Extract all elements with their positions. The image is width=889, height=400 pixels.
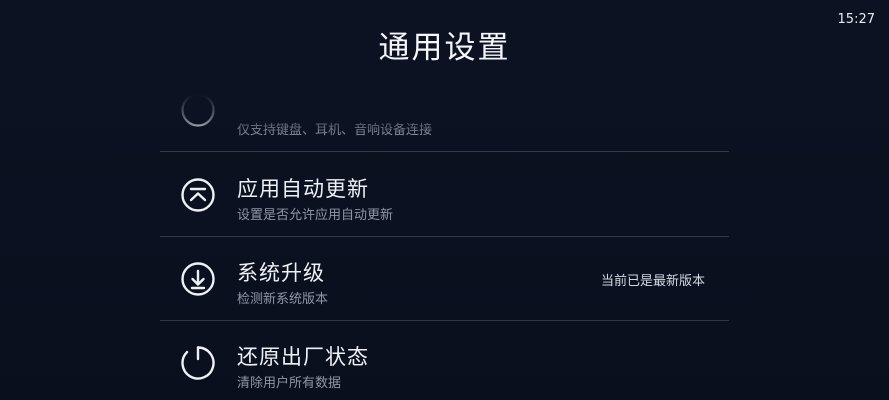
list-item-label: 应用自动更新 [237,177,369,201]
list-item-auto-update[interactable]: 应用自动更新 设置是否允许应用自动更新 [160,152,729,237]
list-item-factory-reset[interactable]: 还原出厂状态 清除用户所有数据 [160,320,729,400]
list-item-desc: 检测新系统版本 [237,292,329,307]
page-title: 通用设置 [378,30,511,66]
list-item-label: 系统升级 [237,261,325,285]
list-item-desc: 清除用户所有数据 [237,376,342,391]
upgrade-status-value: 当前已是最新版本 [600,274,705,289]
bluetooth-icon [180,95,216,128]
list-item-label: 还原出厂状态 [237,345,369,369]
settings-list: 仅支持键盘、耳机、音响设备连接 应用自动更新 设置是否允许应用自动更新 系统升级… [160,95,729,400]
auto-update-icon [180,177,216,213]
power-icon [180,345,216,381]
list-item-peripheral[interactable]: 仅支持键盘、耳机、音响设备连接 [160,95,729,152]
list-item-desc: 设置是否允许应用自动更新 [237,208,394,223]
download-icon [180,261,216,297]
list-item-system-upgrade[interactable]: 系统升级 检测新系统版本 当前已是最新版本 [160,236,729,321]
list-item-desc: 仅支持键盘、耳机、音响设备连接 [237,123,433,138]
